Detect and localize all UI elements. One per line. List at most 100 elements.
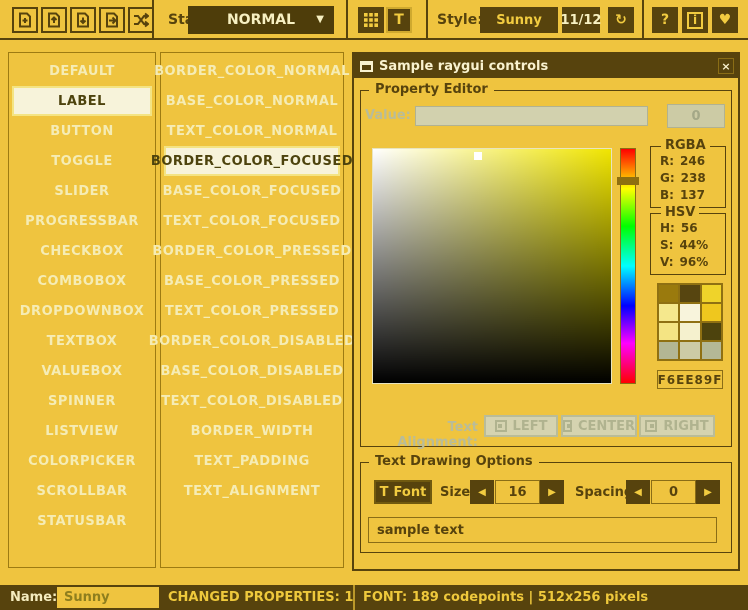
palette-swatch[interactable] xyxy=(680,304,699,321)
align-right-toggle: RIGHT xyxy=(639,415,715,437)
list-item-progressbar[interactable]: PROGRESSBAR xyxy=(12,206,152,236)
spacing-decrease-button[interactable]: ◀ xyxy=(626,480,650,504)
palette-swatch[interactable] xyxy=(702,342,721,359)
question-icon: ? xyxy=(661,12,669,28)
list-item-label[interactable]: LABEL xyxy=(12,86,152,116)
list-item-text_color_normal[interactable]: TEXT_COLOR_NORMAL xyxy=(164,116,340,146)
list-item-listview[interactable]: LISTVIEW xyxy=(12,416,152,446)
style-color-palette xyxy=(657,283,723,361)
font-button[interactable]: T Font xyxy=(374,480,432,504)
close-icon: × xyxy=(721,60,730,73)
style-name-input[interactable]: Sunny xyxy=(57,587,159,608)
list-item-textbox[interactable]: TEXTBOX xyxy=(12,326,152,356)
spacing-value-box[interactable]: 0 xyxy=(651,480,696,504)
color-panel-cursor[interactable] xyxy=(474,152,482,160)
list-item-checkbox[interactable]: CHECKBOX xyxy=(12,236,152,266)
list-item-button[interactable]: BUTTON xyxy=(12,116,152,146)
list-item-dropdownbox[interactable]: DROPDOWNBOX xyxy=(12,296,152,326)
size-value-box[interactable]: 16 xyxy=(495,480,540,504)
style-label: Style: xyxy=(437,12,483,28)
list-item-toggle[interactable]: TOGGLE xyxy=(12,146,152,176)
list-item-default[interactable]: DEFAULT xyxy=(12,56,152,86)
spacing-increase-button[interactable]: ▶ xyxy=(696,480,720,504)
align-center-toggle: CENTER xyxy=(561,415,637,437)
name-label: Name: xyxy=(10,590,57,605)
list-item-text_padding[interactable]: TEXT_PADDING xyxy=(164,446,340,476)
arrow-right-icon: ▶ xyxy=(704,487,712,498)
palette-swatch[interactable] xyxy=(659,342,678,359)
hue-slider-handle[interactable] xyxy=(617,177,639,185)
palette-swatch[interactable] xyxy=(659,323,678,340)
value-box: 0 xyxy=(667,104,725,128)
color-saturation-value-panel[interactable] xyxy=(372,148,612,384)
toolbar-separator xyxy=(152,0,154,40)
save-file-button[interactable] xyxy=(70,7,96,33)
hsv-title: HSV xyxy=(661,205,699,220)
color-value-row: G:238 xyxy=(660,170,725,187)
list-item-border_color_disabled[interactable]: BORDER_COLOR_DISABLED xyxy=(164,326,340,356)
list-item-base_color_disabled[interactable]: BASE_COLOR_DISABLED xyxy=(164,356,340,386)
list-item-statusbar[interactable]: STATUSBAR xyxy=(12,506,152,536)
align-left-label: LEFT xyxy=(513,419,548,434)
sample-text-value: sample text xyxy=(377,523,464,538)
new-file-button[interactable] xyxy=(12,7,38,33)
random-style-icon xyxy=(133,12,149,28)
list-item-combobox[interactable]: COMBOBOX xyxy=(12,266,152,296)
rgba-group: RGBA R:246G:238B:137 xyxy=(650,146,726,208)
list-item-slider[interactable]: SLIDER xyxy=(12,176,152,206)
close-button[interactable]: × xyxy=(718,58,734,74)
align-center-icon xyxy=(563,420,572,432)
size-decrease-button[interactable]: ◀ xyxy=(470,480,494,504)
list-item-border_color_normal[interactable]: BORDER_COLOR_NORMAL xyxy=(164,56,340,86)
palette-swatch[interactable] xyxy=(702,323,721,340)
toolbar-separator xyxy=(642,0,644,40)
list-item-border_color_focused[interactable]: BORDER_COLOR_FOCUSED xyxy=(164,146,340,176)
reload-style-button[interactable]: ↻ xyxy=(608,7,634,33)
list-item-text_color_focused[interactable]: TEXT_COLOR_FOCUSED xyxy=(164,206,340,236)
size-increase-button[interactable]: ▶ xyxy=(540,480,564,504)
list-item-base_color_focused[interactable]: BASE_COLOR_FOCUSED xyxy=(164,176,340,206)
property-editor-group: Property Editor Value: 0 RGBA R:246G:238… xyxy=(360,90,732,447)
list-item-text_color_disabled[interactable]: TEXT_COLOR_DISABLED xyxy=(164,386,340,416)
list-item-valuebox[interactable]: VALUEBOX xyxy=(12,356,152,386)
list-item-border_color_pressed[interactable]: BORDER_COLOR_PRESSED xyxy=(164,236,340,266)
help-button[interactable]: ? xyxy=(652,7,678,33)
list-item-spinner[interactable]: SPINNER xyxy=(12,386,152,416)
list-item-border_width[interactable]: BORDER_WIDTH xyxy=(164,416,340,446)
about-button[interactable]: i xyxy=(682,7,708,33)
list-item-colorpicker[interactable]: COLORPICKER xyxy=(12,446,152,476)
grid-snap-button[interactable] xyxy=(358,7,384,33)
open-file-icon xyxy=(46,12,62,28)
random-style-button[interactable] xyxy=(128,7,154,33)
export-file-button[interactable] xyxy=(99,7,125,33)
hex-color-input[interactable]: F6EE89F xyxy=(657,370,723,389)
palette-swatch[interactable] xyxy=(680,342,699,359)
rgba-title: RGBA xyxy=(661,138,710,153)
text-icon: T xyxy=(394,12,404,28)
sample-controls-window: Sample raygui controls × Property Editor… xyxy=(352,52,740,571)
palette-swatch[interactable] xyxy=(680,323,699,340)
changed-properties-status: CHANGED PROPERTIES: 1 xyxy=(168,590,353,605)
list-item-scrollbar[interactable]: SCROLLBAR xyxy=(12,476,152,506)
sponsor-button[interactable]: ♥ xyxy=(712,7,738,33)
style-name-button[interactable]: Sunny xyxy=(480,7,558,33)
palette-swatch[interactable] xyxy=(702,285,721,302)
window-icon xyxy=(360,61,373,72)
list-item-text_color_pressed[interactable]: TEXT_COLOR_PRESSED xyxy=(164,296,340,326)
palette-swatch[interactable] xyxy=(680,285,699,302)
open-file-button[interactable] xyxy=(41,7,67,33)
window-titlebar[interactable]: Sample raygui controls × xyxy=(354,54,738,78)
sample-text-input[interactable]: sample text xyxy=(368,517,717,543)
list-item-base_color_pressed[interactable]: BASE_COLOR_PRESSED xyxy=(164,266,340,296)
palette-swatch[interactable] xyxy=(659,304,678,321)
list-item-text_alignment[interactable]: TEXT_ALIGNMENT xyxy=(164,476,340,506)
style-name-value: Sunny xyxy=(64,590,110,605)
size-value: 16 xyxy=(508,485,526,500)
palette-swatch[interactable] xyxy=(702,304,721,321)
state-dropdown[interactable]: NORMAL ▼ xyxy=(188,6,334,34)
palette-swatch[interactable] xyxy=(659,285,678,302)
text-preview-button[interactable]: T xyxy=(386,7,412,33)
text-alignment-label: Text Alignment: xyxy=(380,420,478,450)
list-item-base_color_normal[interactable]: BASE_COLOR_NORMAL xyxy=(164,86,340,116)
hue-slider[interactable] xyxy=(620,148,636,384)
